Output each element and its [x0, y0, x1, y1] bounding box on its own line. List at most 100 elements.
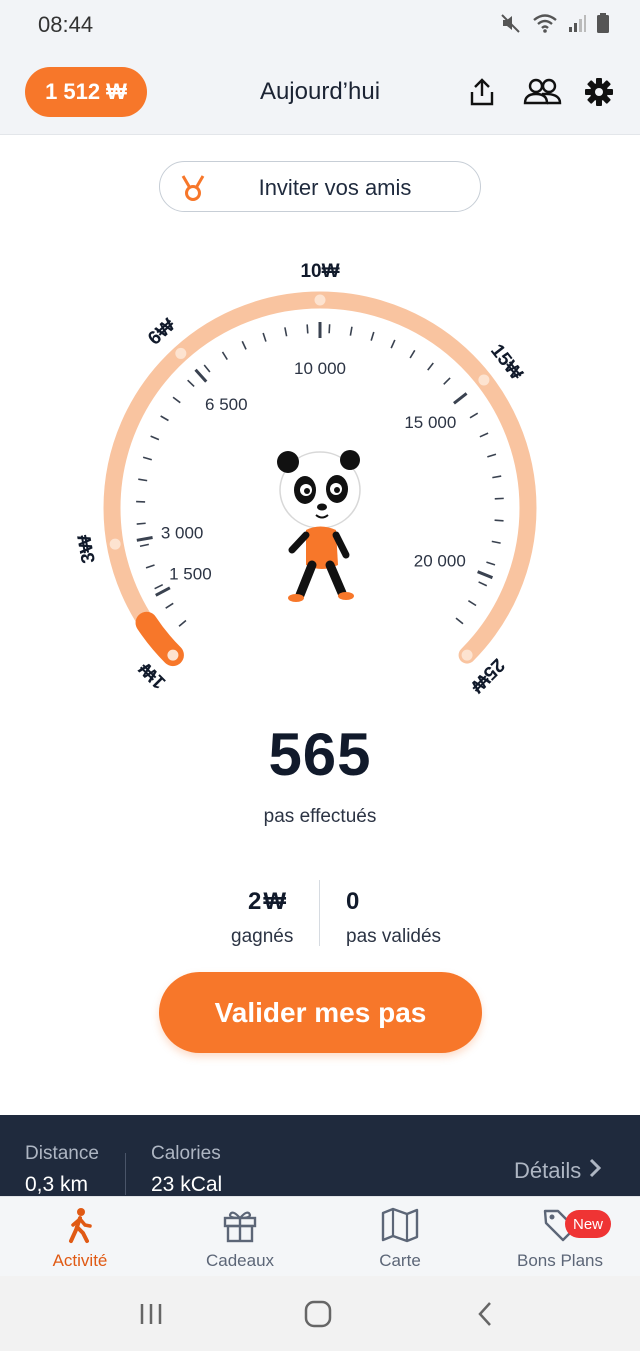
gauge-minor-tick	[138, 478, 148, 482]
tab-label-carte: Carte	[379, 1251, 421, 1270]
tab-label-cadeaux: Cadeaux	[205, 1251, 275, 1270]
back-icon[interactable]	[455, 1296, 515, 1332]
gauge-step-label: 1 500	[169, 565, 212, 584]
home-icon[interactable]	[288, 1296, 348, 1332]
gauge-minor-tick	[154, 583, 164, 590]
stats-row: 2 ₩ gagnés 0 pas validés	[0, 880, 640, 950]
gauge-minor-tick	[203, 364, 211, 373]
validated-label: pas validés	[346, 926, 442, 947]
gauge-minor-tick	[178, 619, 187, 627]
balance-value: 1 512	[45, 79, 101, 104]
gauge-minor-tick	[142, 456, 152, 461]
share-icon[interactable]	[462, 72, 502, 112]
gauge-svg: 1 500 3 000 6 500 10 000 15 000 20 000 1₩ 3₩ 6₩ 1…	[74, 261, 537, 696]
gauge-major-tick	[477, 570, 494, 580]
distance-value: 0,3 km	[25, 1173, 89, 1196]
system-nav-bar	[0, 1276, 640, 1351]
gauge-reward-label: 10₩	[300, 261, 339, 282]
tab-cadeaux[interactable]: Cadeaux	[160, 1197, 320, 1277]
gauge-minor-tick	[486, 561, 496, 566]
gauge-minor-tick	[262, 332, 267, 342]
bottom-tab-bar: Activité Cadeaux Carte Bons Plans	[0, 1196, 640, 1276]
panda-mascot	[277, 450, 361, 602]
validate-steps-button[interactable]: Valider mes pas	[159, 972, 482, 1053]
distance-label: Distance	[25, 1143, 99, 1164]
step-count: 565	[268, 721, 372, 788]
invite-label: Inviter vos amis	[258, 175, 412, 200]
tab-label-activite: Activité	[52, 1251, 108, 1270]
gauge-reward-dot	[167, 649, 179, 661]
gauge-minor-tick	[145, 564, 155, 569]
gauge-reward-label: 6₩	[144, 315, 179, 350]
balance-button[interactable]: 1 512 ₩	[25, 67, 147, 117]
earned-label: gagnés	[231, 926, 294, 947]
tab-bons-plans[interactable]: Bons Plans	[480, 1197, 640, 1277]
status-time: 08:44	[38, 12, 94, 37]
gauge-minor-tick	[455, 617, 464, 625]
stats-divider	[319, 880, 320, 946]
mute-icon	[500, 12, 522, 39]
gauge-minor-tick	[494, 519, 504, 522]
gauge-minor-tick	[136, 522, 146, 525]
gauge-minor-tick	[187, 379, 195, 388]
gauge-minor-tick	[443, 377, 451, 385]
gauge-progress	[135, 611, 184, 667]
gauge-minor-tick	[165, 602, 174, 609]
friends-icon[interactable]	[520, 72, 564, 112]
gauge-minor-tick	[241, 340, 247, 350]
earned-currency: ₩	[263, 888, 287, 915]
gauge-major-tick	[453, 392, 468, 405]
gauge-major-tick	[194, 368, 208, 383]
gauge-reward-dot	[175, 347, 187, 359]
status-bar: 08:44	[0, 0, 640, 50]
gauge-minor-tick	[284, 327, 288, 337]
gauge-minor-tick	[409, 349, 416, 359]
new-badge: New	[565, 1210, 611, 1238]
gauge-step-label: 20 000	[414, 551, 466, 570]
top-bar: 1 512 ₩ Aujourd’hui	[0, 50, 640, 135]
gauge-minor-tick	[150, 435, 160, 441]
calories-label: Calories	[151, 1143, 221, 1164]
earned-amount: 2	[248, 888, 262, 915]
wifi-icon	[532, 12, 558, 39]
battery-icon	[596, 12, 610, 39]
gauge-reward-dot	[314, 294, 326, 306]
gauge-reward-dot	[478, 374, 490, 386]
settings-icon[interactable]	[579, 72, 619, 112]
invite-friends-button[interactable]: Inviter vos amis	[159, 161, 481, 212]
validated-value: 0	[346, 888, 360, 915]
map-icon	[320, 1207, 480, 1243]
signal-icon	[568, 13, 586, 38]
details-label: Détails	[514, 1158, 582, 1183]
gauge-step-label: 6 500	[205, 395, 248, 414]
gauge-reward-dot	[109, 538, 121, 550]
gauge-minor-tick	[478, 581, 488, 587]
tab-carte[interactable]: Carte	[320, 1197, 480, 1277]
details-link[interactable]: Détails	[514, 1158, 602, 1184]
gauge-major-tick	[136, 536, 153, 542]
gauge-reward-label: 1₩	[135, 658, 170, 693]
gauge-step-label: 15 000	[404, 413, 456, 432]
gauge-reward-dot	[461, 649, 473, 661]
gauge-major-tick	[155, 586, 171, 597]
gauge-step-label: 10 000	[294, 359, 346, 378]
recent-apps-icon[interactable]	[121, 1296, 181, 1332]
tag-icon	[480, 1207, 640, 1243]
gauge-minor-tick	[427, 362, 434, 371]
gauge-minor-tick	[370, 331, 375, 341]
summary-divider	[125, 1153, 126, 1195]
gauge-minor-tick	[467, 600, 477, 607]
gauge-minor-tick	[487, 453, 497, 458]
tab-activite[interactable]: Activité	[0, 1197, 160, 1277]
tab-label-bons-plans: Bons Plans	[517, 1251, 603, 1270]
gauge-minor-tick	[172, 396, 181, 404]
calories-value: 23 kCal	[151, 1173, 223, 1196]
walking-icon	[0, 1207, 160, 1245]
gauge-minor-tick	[349, 326, 353, 336]
gauge-reward-label: 3₩	[74, 533, 100, 565]
gauge-minor-tick	[491, 540, 501, 544]
gauge-minor-tick	[479, 432, 489, 438]
chevron-right-icon	[589, 1158, 602, 1184]
earned-value: 2 ₩	[248, 888, 286, 916]
activity-summary: Distance 0,3 km Calories 23 kCal Détails	[0, 1115, 640, 1200]
